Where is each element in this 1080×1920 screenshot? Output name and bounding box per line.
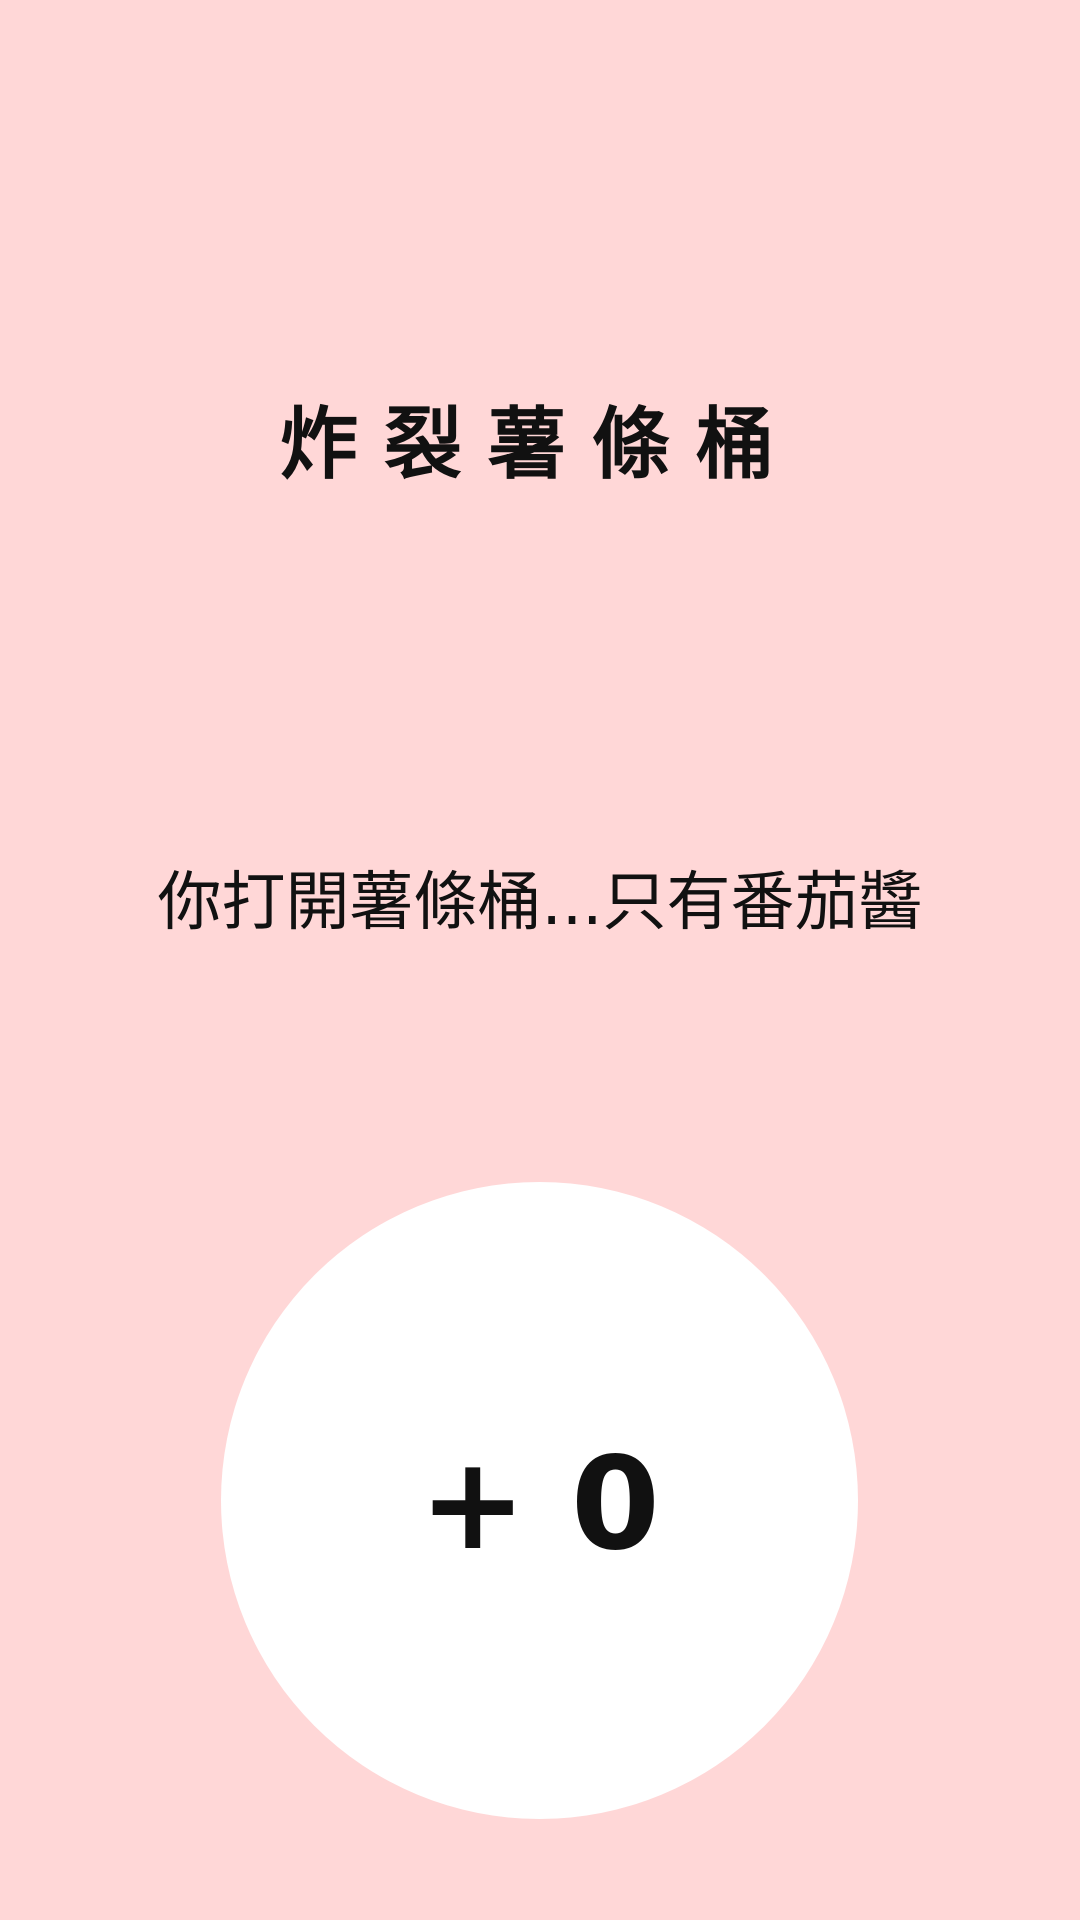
result-message: 你打開薯條桶...只有番茄醬	[157, 866, 923, 940]
game-screen: 炸裂薯條桶 你打開薯條桶...只有番茄醬 + 0	[0, 0, 1080, 1920]
open-bucket-button[interactable]: + 0	[221, 1182, 858, 1819]
game-title: 炸裂薯條桶	[279, 400, 800, 490]
score-label: + 0	[419, 1429, 660, 1579]
